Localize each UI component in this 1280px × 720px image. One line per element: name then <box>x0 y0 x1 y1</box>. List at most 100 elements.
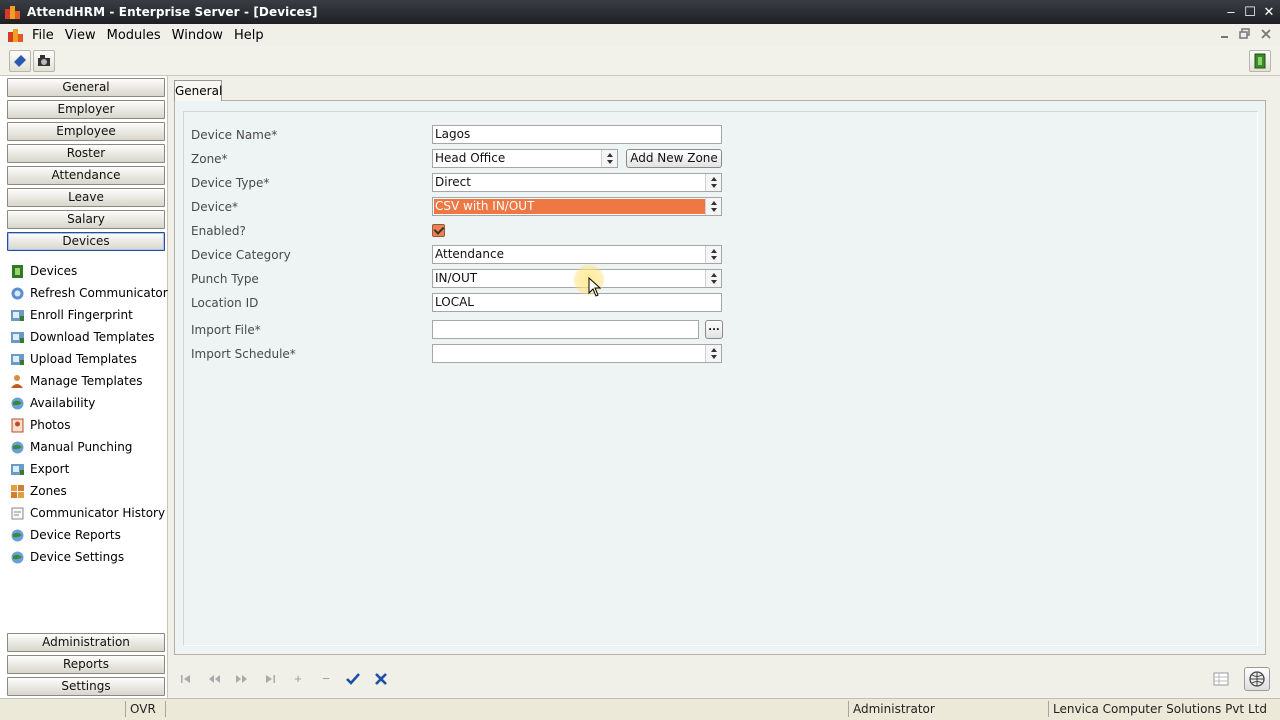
sidebar-item-manage-templates[interactable]: Manage Templates <box>10 372 143 390</box>
camera-icon[interactable] <box>33 50 55 72</box>
sidebar-item-upload-templates[interactable]: Upload Templates <box>10 350 137 368</box>
app-icon[interactable] <box>5 5 21 19</box>
nav-attendance-button[interactable]: Attendance <box>7 166 165 185</box>
mdi-restore-icon[interactable] <box>1238 27 1252 41</box>
device-label: Device* <box>191 200 239 214</box>
sidebar-item-label: Devices <box>30 264 78 278</box>
nav-reports-button[interactable]: Reports <box>7 655 165 674</box>
device-spin-icon[interactable] <box>705 198 721 215</box>
status-cell-empty <box>0 701 125 717</box>
history-icon <box>10 506 25 521</box>
globe-icon <box>1249 671 1265 687</box>
nav-general-button[interactable]: General <box>7 78 165 97</box>
grid-view-icon[interactable] <box>1212 670 1230 688</box>
app-menu-icon[interactable] <box>8 28 24 42</box>
sidebar-item-device-reports[interactable]: Device Reports <box>10 526 121 544</box>
menu-modules[interactable]: Modules <box>107 28 161 43</box>
device-category-select[interactable]: Attendance <box>432 245 722 264</box>
sidebar-item-enroll-fingerprint[interactable]: Enroll Fingerprint <box>10 306 133 324</box>
import-file-input[interactable] <box>432 320 699 339</box>
device-type-value: Direct <box>435 175 471 189</box>
browse-file-button[interactable]: ... <box>705 320 723 339</box>
next-record-icon[interactable] <box>233 670 251 688</box>
prior-record-icon[interactable] <box>205 670 223 688</box>
nav-devices-button[interactable]: Devices <box>7 232 165 251</box>
tab-general[interactable]: General <box>174 80 222 101</box>
last-record-icon[interactable] <box>261 670 279 688</box>
sidebar-item-download-templates[interactable]: Download Templates <box>10 328 154 346</box>
upload-icon <box>10 352 25 367</box>
download-icon <box>10 330 25 345</box>
insert-record-icon[interactable]: + <box>289 670 307 688</box>
sidebar-item-availability[interactable]: Availability <box>10 394 95 412</box>
nav-employee-button[interactable]: Employee <box>7 122 165 141</box>
status-mode: OVR <box>125 701 165 717</box>
device-type-spin-icon[interactable] <box>705 174 721 191</box>
maximize-button[interactable]: ☐ <box>1241 4 1259 20</box>
device-value: CSV with IN/OUT <box>435 199 535 213</box>
mdi-close-icon[interactable] <box>1259 27 1273 41</box>
status-bar: OVR Administrator Lenvica Computer Solut… <box>0 698 1280 720</box>
zone-spin-icon[interactable] <box>601 150 617 167</box>
import-file-label: Import File* <box>191 323 261 337</box>
import-schedule-spin-icon[interactable] <box>705 345 721 362</box>
device-type-label: Device Type* <box>191 176 270 190</box>
book-icon[interactable] <box>9 50 31 72</box>
sidebar-item-label: Manage Templates <box>30 374 143 388</box>
menu-bar: File View Modules Window Help <box>0 24 1280 46</box>
mdi-minimize-icon[interactable] <box>1218 27 1232 41</box>
device-name-value: Lagos <box>435 127 471 141</box>
zone-label: Zone* <box>191 152 228 166</box>
sidebar-item-label: Zones <box>30 484 67 498</box>
menu-help[interactable]: Help <box>234 28 264 43</box>
location-id-value: LOCAL <box>435 295 474 309</box>
sidebar-item-manual-punching[interactable]: Manual Punching <box>10 438 132 456</box>
sidebar-item-photos[interactable]: Photos <box>10 416 70 434</box>
punch-type-value: IN/OUT <box>435 271 478 285</box>
device-name-label: Device Name* <box>191 128 278 142</box>
exit-icon[interactable] <box>1249 50 1271 72</box>
close-button[interactable]: ✕ <box>1260 4 1278 20</box>
global-settings-button[interactable] <box>1244 667 1270 691</box>
zones-icon <box>10 484 25 499</box>
nav-roster-button[interactable]: Roster <box>7 144 165 163</box>
menu-view[interactable]: View <box>65 28 96 43</box>
punch-type-spin-icon[interactable] <box>705 270 721 287</box>
window-title: AttendHRM - Enterprise Server - [Devices… <box>27 5 318 19</box>
nav-employer-button[interactable]: Employer <box>7 100 165 119</box>
first-record-icon[interactable] <box>177 670 195 688</box>
minimize-button[interactable]: – <box>1222 4 1240 20</box>
nav-settings-button[interactable]: Settings <box>7 677 165 696</box>
mouse-cursor-icon <box>588 277 602 297</box>
location-id-label: Location ID <box>191 296 259 310</box>
menu-window[interactable]: Window <box>172 28 223 43</box>
nav-administration-button[interactable]: Administration <box>7 633 165 652</box>
sidebar-item-export[interactable]: Export <box>10 460 69 478</box>
sidebar-item-devices[interactable]: Devices <box>10 262 77 280</box>
import-schedule-select[interactable] <box>432 344 722 363</box>
menu-file[interactable]: File <box>32 28 54 43</box>
device-category-label: Device Category <box>191 248 291 262</box>
sidebar-item-communicator-history[interactable]: Communicator History <box>10 504 165 522</box>
delete-record-icon[interactable]: − <box>317 670 335 688</box>
content-area: General <box>168 76 1280 661</box>
add-new-zone-button[interactable]: Add New Zone <box>626 149 722 168</box>
post-record-icon[interactable] <box>344 670 362 688</box>
location-id-input[interactable]: LOCAL <box>432 293 722 312</box>
device-icon <box>10 264 25 279</box>
sidebar-item-device-settings[interactable]: Device Settings <box>10 548 124 566</box>
device-type-select[interactable]: Direct <box>432 173 722 192</box>
sidebar-item-zones[interactable]: Zones <box>10 482 67 500</box>
device-category-spin-icon[interactable] <box>705 246 721 263</box>
device-select[interactable]: CSV with IN/OUT <box>432 197 722 216</box>
refresh-icon <box>10 286 25 301</box>
device-name-input[interactable]: Lagos <box>432 125 722 144</box>
nav-salary-button[interactable]: Salary <box>7 210 165 229</box>
globe-icon <box>10 528 25 543</box>
enabled-checkbox[interactable] <box>432 224 445 237</box>
sidebar-item-label: Download Templates <box>30 330 155 344</box>
cancel-record-icon[interactable] <box>372 670 390 688</box>
nav-leave-button[interactable]: Leave <box>7 188 165 207</box>
zone-select[interactable]: Head Office <box>432 149 618 168</box>
sidebar-item-refresh-communicator[interactable]: Refresh Communicator <box>10 284 168 302</box>
